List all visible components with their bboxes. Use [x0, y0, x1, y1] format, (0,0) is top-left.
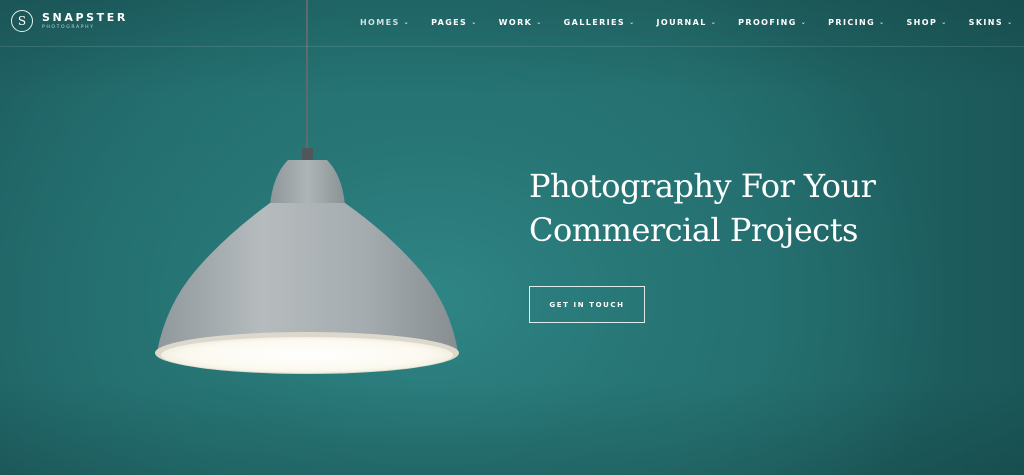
- nav-item-label: SKINS: [968, 17, 1004, 27]
- hero-headline-line-2: Commercial Projects: [529, 211, 858, 249]
- chevron-down-icon: ⌄: [941, 18, 948, 26]
- nav-item-label: SHOP: [906, 17, 938, 27]
- get-in-touch-button[interactable]: GET IN TOUCH: [529, 286, 645, 323]
- chevron-down-icon: ⌄: [403, 18, 411, 26]
- chevron-down-icon: ⌄: [879, 18, 886, 26]
- nav-item-shop[interactable]: SHOP ⌄: [906, 18, 947, 27]
- logo-text: SNAPSTER PHOTOGRAPHY: [42, 12, 128, 31]
- chevron-down-icon: ⌄: [710, 18, 718, 26]
- brand-name: SNAPSTER: [42, 10, 128, 24]
- chevron-down-icon: ⌄: [471, 18, 478, 26]
- nav-item-galleries[interactable]: GALLERIES ⌄: [564, 18, 636, 27]
- main-nav: HOMES ⌄ PAGES ⌄ WORK ⌄ GALLERIES ⌄ JOURN…: [349, 0, 1024, 44]
- nav-item-label: WORK: [498, 17, 533, 27]
- chevron-down-icon: ⌄: [1007, 18, 1014, 26]
- hero-headline-line-1: Photography For Your: [529, 167, 876, 205]
- nav-item-label: PROOFING: [738, 17, 797, 27]
- nav-item-journal[interactable]: JOURNAL ⌄: [657, 18, 718, 27]
- chevron-down-icon: ⌄: [629, 18, 636, 26]
- nav-item-homes[interactable]: HOMES ⌄: [360, 18, 410, 27]
- chevron-down-icon: ⌄: [800, 18, 808, 26]
- nav-item-skins[interactable]: SKINS ⌄: [969, 18, 1014, 27]
- site-header: S SNAPSTER PHOTOGRAPHY HOMES ⌄ PAGES ⌄ W…: [0, 0, 1024, 47]
- logo-mark-icon: S: [11, 10, 33, 32]
- nav-item-work[interactable]: WORK ⌄: [499, 18, 543, 27]
- nav-item-label: PAGES: [431, 17, 468, 27]
- nav-item-label: GALLERIES: [563, 17, 626, 27]
- nav-item-pricing[interactable]: PRICING ⌄: [828, 18, 885, 27]
- nav-item-label: PRICING: [828, 17, 876, 27]
- brand-tagline: PHOTOGRAPHY: [42, 24, 95, 30]
- site-logo[interactable]: S SNAPSTER PHOTOGRAPHY: [11, 10, 128, 32]
- chevron-down-icon: ⌄: [536, 18, 543, 26]
- nav-item-pages[interactable]: PAGES ⌄: [431, 18, 478, 27]
- nav-item-proofing[interactable]: PROOFING ⌄: [738, 18, 807, 27]
- hero-headline: Photography For Your Commercial Projects: [529, 164, 876, 252]
- nav-item-label: JOURNAL: [656, 17, 707, 27]
- nav-item-label: HOMES: [359, 17, 400, 27]
